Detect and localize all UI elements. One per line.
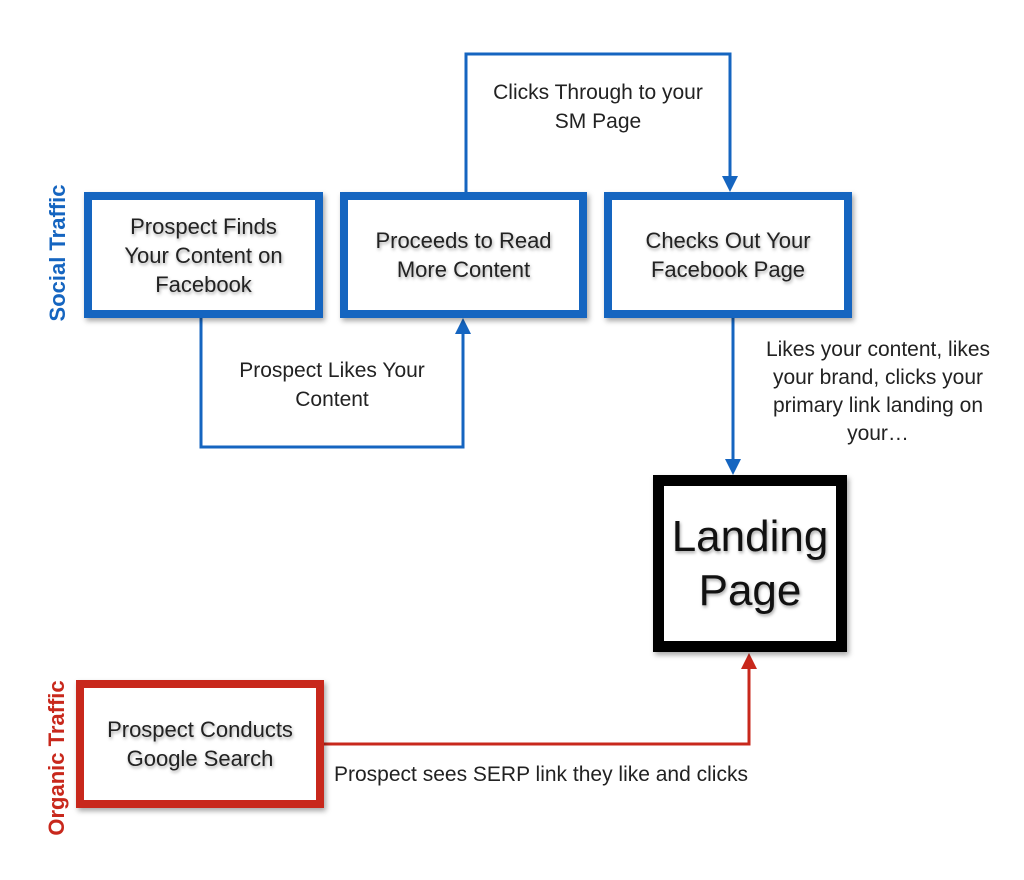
arrowhead-serp-click	[741, 653, 757, 669]
lane-label-organic: Organic Traffic	[44, 680, 69, 836]
lane-label-social: Social Traffic	[45, 184, 70, 322]
node-reads-more: Proceeds to Read More Content	[340, 192, 587, 318]
arrowhead-clicks-through	[722, 176, 738, 192]
arrowhead-likes-brand	[725, 459, 741, 475]
edge-label-likes-content: Prospect Likes Your Content	[239, 359, 425, 411]
node-google-search-text: Prospect Conducts Google Search	[107, 717, 293, 771]
edge-label-likes-brand: Likes your content, likes your brand, cl…	[765, 338, 991, 445]
node-landing-page: Landing Page	[653, 475, 847, 652]
node-checks-page: Checks Out Your Facebook Page	[604, 192, 852, 318]
edge-label-serp-click: Prospect sees SERP link they like and cl…	[334, 763, 748, 786]
edge-label-clicks-through: Clicks Through to your SM Page	[493, 81, 703, 133]
node-landing-page-text: Landing Page	[671, 511, 829, 615]
node-finds-content: Prospect Finds Your Content on Facebook	[84, 192, 323, 318]
node-finds-content-text: Prospect Finds Your Content on Facebook	[124, 213, 283, 297]
node-checks-page-text: Checks Out Your Facebook Page	[645, 228, 811, 282]
node-google-search: Prospect Conducts Google Search	[76, 680, 324, 808]
arrowhead-likes-content	[455, 318, 471, 334]
edge-serp-click	[324, 668, 751, 746]
node-reads-more-text: Proceeds to Read More Content	[375, 228, 552, 282]
